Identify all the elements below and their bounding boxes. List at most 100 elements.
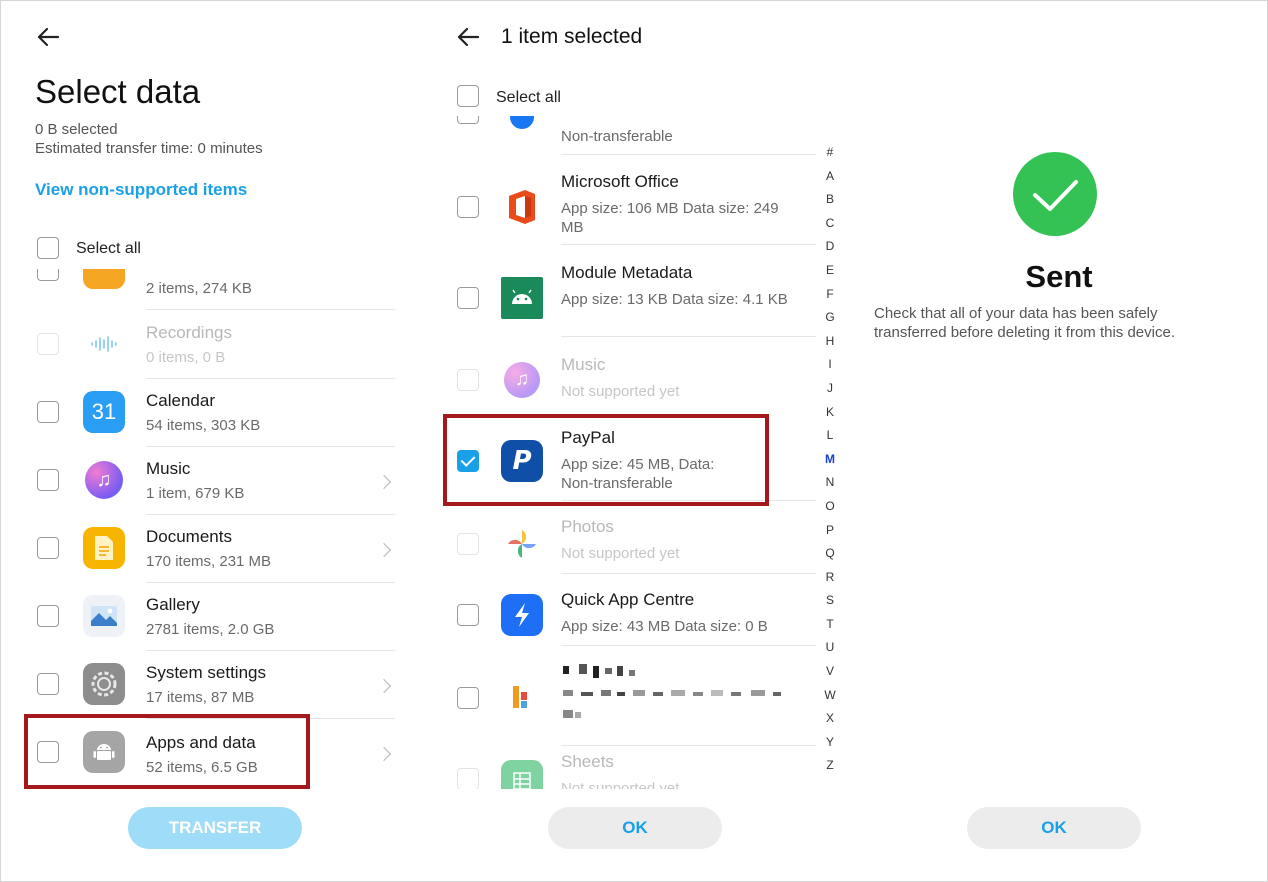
alphabet-letter[interactable]: Z (821, 754, 839, 778)
list-item[interactable]: Documents 170 items, 231 MB (1, 515, 421, 583)
alphabet-letter[interactable]: M (821, 448, 839, 472)
item-meta: 17 items, 87 MB (146, 689, 255, 706)
alphabet-letter[interactable]: D (821, 235, 839, 259)
alphabet-letter[interactable]: P (821, 519, 839, 543)
alphabet-letter[interactable]: U (821, 636, 839, 660)
alphabet-letter[interactable]: Q (821, 542, 839, 566)
list-item[interactable]: System settings 17 items, 87 MB (1, 651, 421, 719)
item-name: Sheets (561, 752, 614, 771)
item-name: Quick App Centre (561, 590, 695, 609)
list-item: Sheets Not supported yet (421, 746, 816, 789)
alphabet-letter[interactable]: J (821, 377, 839, 401)
list-item[interactable]: Gallery 2781 items, 2.0 GB (1, 583, 421, 651)
item-meta: 2 items, 274 KB (146, 280, 252, 297)
alphabet-letter[interactable]: S (821, 589, 839, 613)
item-checkbox (37, 333, 59, 355)
estimated-transfer-time: Estimated transfer time: 0 minutes (35, 140, 263, 157)
item-checkbox (457, 768, 479, 789)
page-title: 1 item selected (501, 25, 643, 48)
item-checkbox[interactable] (457, 116, 479, 124)
item-meta: Not supported yet (561, 780, 680, 789)
list-item[interactable]: Microsoft Office App size: 106 MB Data s… (421, 154, 816, 245)
alphabet-letter[interactable]: N (821, 471, 839, 495)
item-checkbox[interactable] (37, 537, 59, 559)
view-non-supported-link[interactable]: View non-supported items (35, 180, 247, 200)
alphabet-letter[interactable]: X (821, 707, 839, 731)
list-item[interactable]: 31 Calendar 54 items, 303 KB (1, 379, 421, 447)
item-name: Music (146, 459, 191, 478)
highlight-box (24, 714, 310, 789)
item-checkbox[interactable] (457, 196, 479, 218)
alphabet-letter[interactable]: F (821, 283, 839, 307)
chevron-right-icon[interactable] (376, 746, 392, 762)
alphabet-letter[interactable]: # (821, 141, 839, 165)
sent-screen: Sent Check that all of your data has bee… (851, 1, 1267, 881)
android-module-icon (501, 277, 543, 319)
quick-app-icon (501, 594, 543, 636)
screenshot-frame: Select data 0 B selected Estimated trans… (0, 0, 1268, 882)
chevron-right-icon[interactable] (376, 542, 392, 558)
item-checkbox[interactable] (37, 269, 59, 281)
recorder-icon (83, 323, 125, 365)
select-all-checkbox[interactable] (457, 85, 479, 107)
alphabet-letter[interactable]: T (821, 613, 839, 637)
list-item[interactable]: 2 items, 274 KB (1, 269, 421, 311)
list-item[interactable]: Non-transferable (421, 116, 816, 156)
item-name: Recordings (146, 323, 232, 342)
list-item[interactable]: ♫ Music 1 item, 679 KB (1, 447, 421, 515)
item-name: Photos (561, 517, 614, 536)
alphabet-letter[interactable]: W (821, 684, 839, 708)
item-name: System settings (146, 663, 266, 682)
documents-icon (83, 527, 125, 569)
alphabet-letter[interactable]: I (821, 353, 839, 377)
item-checkbox (457, 369, 479, 391)
alphabet-letter[interactable]: L (821, 424, 839, 448)
list-item[interactable]: Module Metadata App size: 13 KB Data siz… (421, 245, 816, 337)
sheets-icon (501, 760, 543, 789)
chevron-right-icon[interactable] (376, 474, 392, 490)
list-item[interactable]: Quick App Centre App size: 43 MB Data si… (421, 574, 816, 646)
alphabet-letter[interactable]: K (821, 401, 839, 425)
ok-button[interactable]: OK (967, 807, 1141, 849)
sent-title: Sent (1025, 259, 1093, 294)
music-icon: ♫ (501, 359, 543, 401)
back-arrow-icon[interactable] (454, 23, 482, 51)
list-item: Photos Not supported yet (421, 501, 816, 574)
item-checkbox[interactable] (457, 604, 479, 626)
alphabet-letter[interactable]: G (821, 306, 839, 330)
item-checkbox[interactable] (37, 401, 59, 423)
page-title: Select data (35, 73, 201, 110)
list-item[interactable] (421, 646, 816, 746)
item-checkbox (457, 533, 479, 555)
item-checkbox[interactable] (457, 687, 479, 709)
photos-icon (501, 523, 543, 565)
divider (146, 309, 395, 310)
alphabet-letter[interactable]: C (821, 212, 839, 236)
alphabet-letter[interactable]: B (821, 188, 839, 212)
item-name: Calendar (146, 391, 215, 410)
item-checkbox[interactable] (37, 673, 59, 695)
alphabet-index[interactable]: # A B C D E F G H I J K L M N O P Q R S T U V W X Y Z (821, 141, 839, 778)
alphabet-letter[interactable]: V (821, 660, 839, 684)
item-checkbox[interactable] (37, 469, 59, 491)
item-meta: 170 items, 231 MB (146, 553, 272, 570)
transfer-button[interactable]: TRANSFER (128, 807, 302, 849)
alphabet-letter[interactable]: A (821, 165, 839, 189)
redacted-app-icon (501, 676, 543, 718)
alphabet-letter[interactable]: Y (821, 731, 839, 755)
alphabet-letter[interactable]: E (821, 259, 839, 283)
calendar-icon: 31 (83, 391, 125, 433)
settings-icon (83, 663, 125, 705)
item-checkbox[interactable] (37, 605, 59, 627)
music-icon: ♫ (83, 459, 125, 501)
ok-button[interactable]: OK (548, 807, 722, 849)
list-item: ♫ Music Not supported yet (421, 337, 816, 410)
select-all-checkbox[interactable] (37, 237, 59, 259)
back-arrow-icon[interactable] (34, 23, 62, 51)
alphabet-letter[interactable]: R (821, 566, 839, 590)
chevron-right-icon[interactable] (376, 678, 392, 694)
alphabet-letter[interactable]: O (821, 495, 839, 519)
alphabet-letter[interactable]: H (821, 330, 839, 354)
item-meta: Non-transferable (561, 128, 673, 145)
item-checkbox[interactable] (457, 287, 479, 309)
